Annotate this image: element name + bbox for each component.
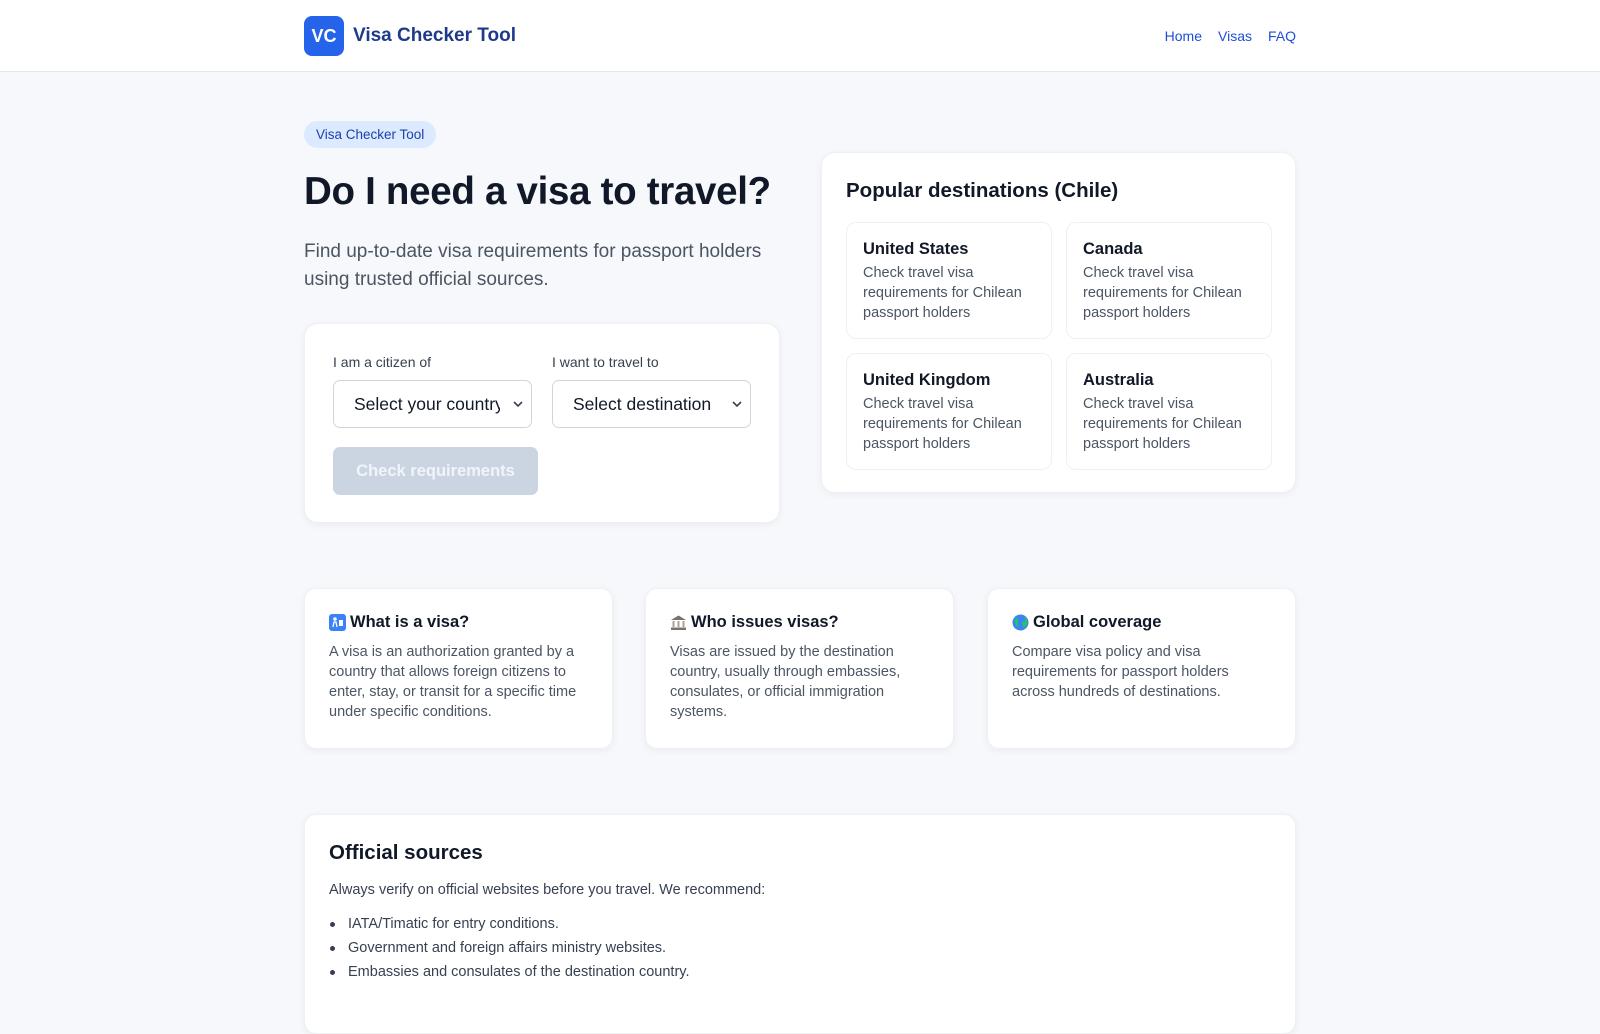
destination-name: Canada <box>1083 240 1143 258</box>
info-card-what-is-visa: What is a visa? A visa is an authorizati… <box>304 588 613 749</box>
destination-label: I want to travel to <box>552 354 659 370</box>
main-nav: Home Visas FAQ <box>1165 28 1296 44</box>
nav-faq-link[interactable]: FAQ <box>1268 28 1296 44</box>
passport-control-icon <box>329 614 346 631</box>
list-item: Embassies and consulates of the destinat… <box>329 960 1271 984</box>
destination-name: United States <box>863 240 969 258</box>
info-card-who-issues: Who issues visas? Visas are issued by th… <box>645 588 954 749</box>
classical-building-icon <box>671 615 686 630</box>
check-requirements-button[interactable]: Check requirements <box>333 447 538 495</box>
destination-name: United Kingdom <box>863 371 991 389</box>
chevron-down-icon <box>732 401 742 408</box>
popular-destinations: Popular destinations (Chile) United Stat… <box>821 152 1296 493</box>
info-title: Who issues visas? <box>691 613 839 631</box>
destination-card-australia[interactable]: Australia Check travel visa requirements… <box>1066 353 1272 470</box>
brand-link[interactable]: VC Visa Checker Tool <box>304 16 516 56</box>
citizen-label: I am a citizen of <box>333 354 432 370</box>
hero: Visa Checker Tool Do I need a visa to tr… <box>304 121 780 294</box>
logo-icon: VC <box>304 16 344 56</box>
destination-select-value: Select destination <box>573 393 712 414</box>
visa-search-form: I am a citizen of Select your country I … <box>304 323 780 523</box>
destination-desc: Check travel visa requirements for Chile… <box>863 265 1022 321</box>
destination-name: Australia <box>1083 371 1154 389</box>
info-text: A visa is an authorization granted by a … <box>329 644 577 720</box>
destination-desc: Check travel visa requirements for Chile… <box>1083 396 1242 452</box>
chevron-down-icon <box>513 401 523 408</box>
info-card-global-coverage: Global coverage Compare visa policy and … <box>987 588 1296 749</box>
sources-intro: Always verify on official websites befor… <box>329 882 766 898</box>
list-item: Government and foreign affairs ministry … <box>329 936 1271 960</box>
popular-destinations-title: Popular destinations (Chile) <box>846 179 1119 202</box>
info-text: Compare visa policy and visa requirement… <box>1012 644 1229 700</box>
citizen-select-value: Select your country <box>354 393 500 414</box>
globe-icon <box>1012 614 1029 631</box>
page-title: Do I need a visa to travel? <box>304 170 771 213</box>
destination-desc: Check travel visa requirements for Chile… <box>863 396 1022 452</box>
nav-home-link[interactable]: Home <box>1165 28 1202 44</box>
hero-subtitle: Find up-to-date visa requirements for pa… <box>304 241 762 290</box>
info-text: Visas are issued by the destination coun… <box>670 644 901 720</box>
brand-name: Visa Checker Tool <box>353 25 516 46</box>
destination-card-canada[interactable]: Canada Check travel visa requirements fo… <box>1066 222 1272 339</box>
destination-select[interactable]: Select destination <box>552 380 751 428</box>
destination-card-united-states[interactable]: United States Check travel visa requirem… <box>846 222 1052 339</box>
official-sources: Official sources Always verify on offici… <box>304 814 1296 1034</box>
info-cards: What is a visa? A visa is an authorizati… <box>304 588 1296 749</box>
destination-card-united-kingdom[interactable]: United Kingdom Check travel visa require… <box>846 353 1052 470</box>
info-title: Global coverage <box>1033 613 1162 631</box>
nav-visas-link[interactable]: Visas <box>1218 28 1252 44</box>
list-item: IATA/Timatic for entry conditions. <box>329 912 1271 936</box>
sources-title: Official sources <box>329 841 483 864</box>
top-bar: VC Visa Checker Tool Home Visas FAQ <box>0 0 1600 72</box>
destination-desc: Check travel visa requirements for Chile… <box>1083 265 1242 321</box>
hero-badge: Visa Checker Tool <box>304 121 437 148</box>
citizen-select[interactable]: Select your country <box>333 380 532 428</box>
sources-list: IATA/Timatic for entry conditions. Gover… <box>329 912 1271 984</box>
destination-grid: United States Check travel visa requirem… <box>846 222 1273 470</box>
info-title: What is a visa? <box>350 613 470 631</box>
